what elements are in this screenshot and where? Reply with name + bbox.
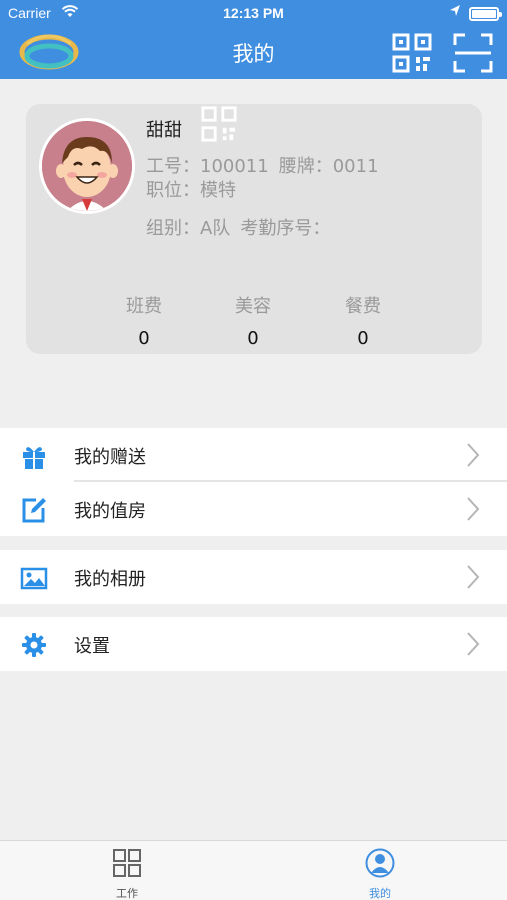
menu-item-label: 我的值房: [74, 501, 146, 522]
chevron-right-icon: [467, 497, 480, 521]
stat-class-fee: 班费 0: [89, 292, 199, 349]
gift-icon: [23, 447, 45, 469]
position-info-line: 职位：模特: [146, 176, 236, 202]
user-name: 甜甜: [146, 120, 182, 141]
stat-label: 班费: [126, 296, 162, 317]
stat-value: 0: [247, 328, 259, 349]
qr-code-icon[interactable]: [200, 105, 238, 143]
menu-item-album[interactable]: 我的相册: [0, 550, 507, 604]
employee-no-value: 100011: [200, 156, 269, 177]
tab-bar: 工作 我的: [0, 840, 507, 900]
cartoon-face-icon: [42, 121, 132, 211]
stat-value: 0: [138, 328, 150, 349]
user-icon: [365, 848, 395, 878]
menu-item-gifts[interactable]: 我的赠送: [0, 428, 507, 482]
stat-meal-fee: 餐费 0: [308, 292, 418, 349]
employee-no-label: 工号：: [146, 156, 200, 177]
edit-icon: [22, 498, 46, 523]
menu-item-settings[interactable]: 设置: [0, 617, 507, 671]
status-bar: Carrier 12:13 PM: [0, 0, 507, 28]
tab-label: 工作: [116, 887, 138, 900]
chevron-right-icon: [467, 632, 480, 656]
menu-item-room-duty[interactable]: 我的值房: [0, 482, 507, 536]
tab-label: 我的: [369, 887, 391, 900]
menu-item-label: 设置: [74, 636, 110, 657]
group-info-line: 组别：A队 考勤序号：: [146, 214, 330, 240]
stat-label: 餐费: [345, 296, 381, 317]
stat-value: 0: [357, 328, 369, 349]
group-value: A队: [200, 218, 231, 239]
qr-code-icon[interactable]: [392, 33, 432, 73]
badge-value: 0011: [332, 156, 379, 177]
navigation-bar: Carrier 12:13 PM 我的: [0, 0, 507, 79]
tab-work[interactable]: 工作: [67, 841, 187, 900]
badge-label: 腰牌：: [278, 156, 333, 177]
tab-mine[interactable]: 我的: [320, 841, 440, 900]
status-time: 12:13 PM: [223, 5, 284, 21]
scan-icon[interactable]: [453, 33, 493, 73]
chevron-right-icon: [467, 565, 480, 589]
position-value: 模特: [200, 180, 236, 201]
position-label: 职位：: [146, 180, 200, 201]
menu-item-label: 我的赠送: [74, 447, 146, 468]
chevron-right-icon: [467, 443, 480, 467]
menu-item-label: 我的相册: [74, 569, 146, 590]
stat-label: 美容: [235, 296, 271, 317]
battery-icon: [469, 7, 502, 21]
gear-icon: [22, 633, 46, 657]
employee-info-line: 工号：100011 腰牌：0011: [146, 152, 379, 178]
stat-beauty: 美容 0: [198, 292, 308, 349]
location-arrow-icon: [450, 5, 460, 16]
grid-icon: [113, 849, 141, 877]
group-label: 组别：: [146, 218, 200, 239]
avatar[interactable]: [39, 118, 135, 214]
attendance-label: 考勤序号：: [240, 218, 331, 239]
image-icon: [20, 567, 48, 590]
